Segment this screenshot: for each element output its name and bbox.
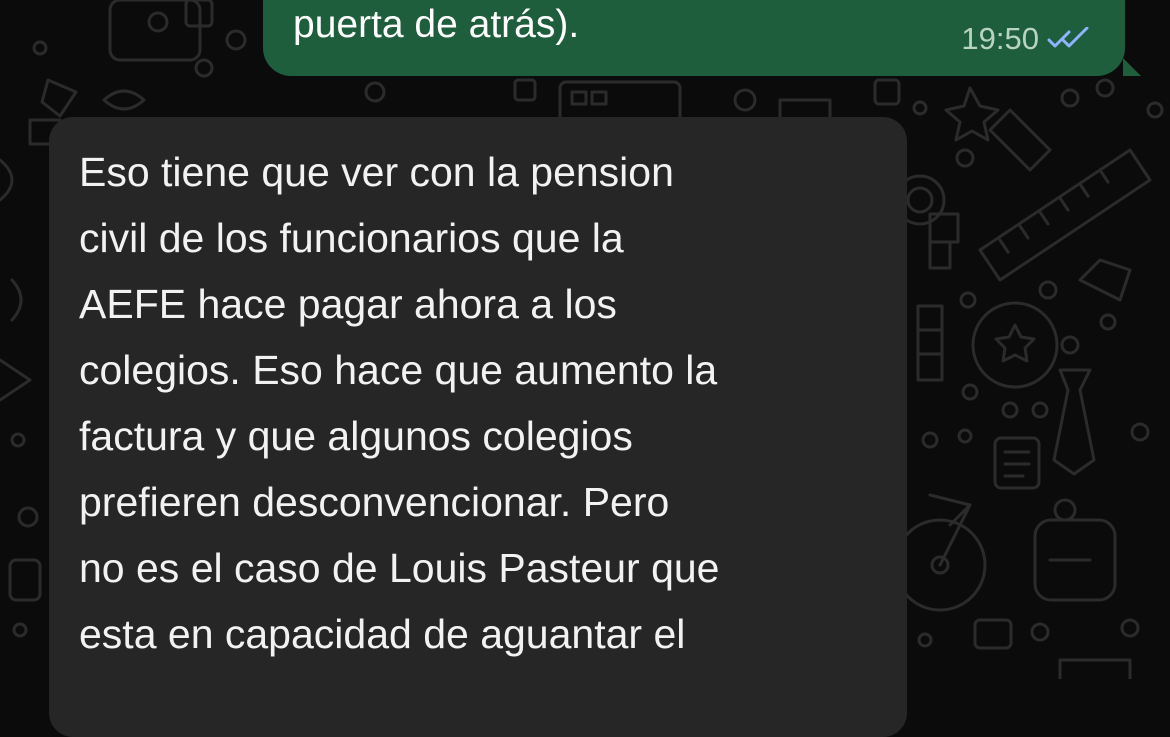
double-check-read-icon bbox=[1047, 27, 1089, 48]
message-line: colegios. Eso hace que aumento la bbox=[79, 347, 718, 393]
message-time: 19:50 bbox=[961, 21, 1039, 56]
incoming-message-bubble[interactable]: Eso tiene que ver con la pension civil d… bbox=[49, 117, 907, 737]
message-line: factura y que algunos colegios bbox=[79, 413, 633, 459]
message-line: esta en capacidad de aguantar el bbox=[79, 611, 686, 657]
message-line: no es el caso de Louis Pasteur que bbox=[79, 545, 720, 591]
outgoing-bubble-tail bbox=[1123, 58, 1141, 76]
message-line: Eso tiene que ver con la pension bbox=[79, 149, 674, 195]
message-line: AEFE hace pagar ahora a los bbox=[79, 281, 617, 327]
message-meta: 19:50 bbox=[961, 20, 1091, 58]
incoming-message-text: Eso tiene que ver con la pension civil d… bbox=[79, 139, 889, 667]
outgoing-message-text: puerta de atrás). bbox=[293, 3, 580, 46]
message-line: prefieren desconvencionar. Pero bbox=[79, 479, 670, 525]
outgoing-message-bubble[interactable]: puerta de atrás). 19:50 bbox=[263, 0, 1141, 76]
message-line: civil de los funcionarios que la bbox=[79, 215, 624, 261]
